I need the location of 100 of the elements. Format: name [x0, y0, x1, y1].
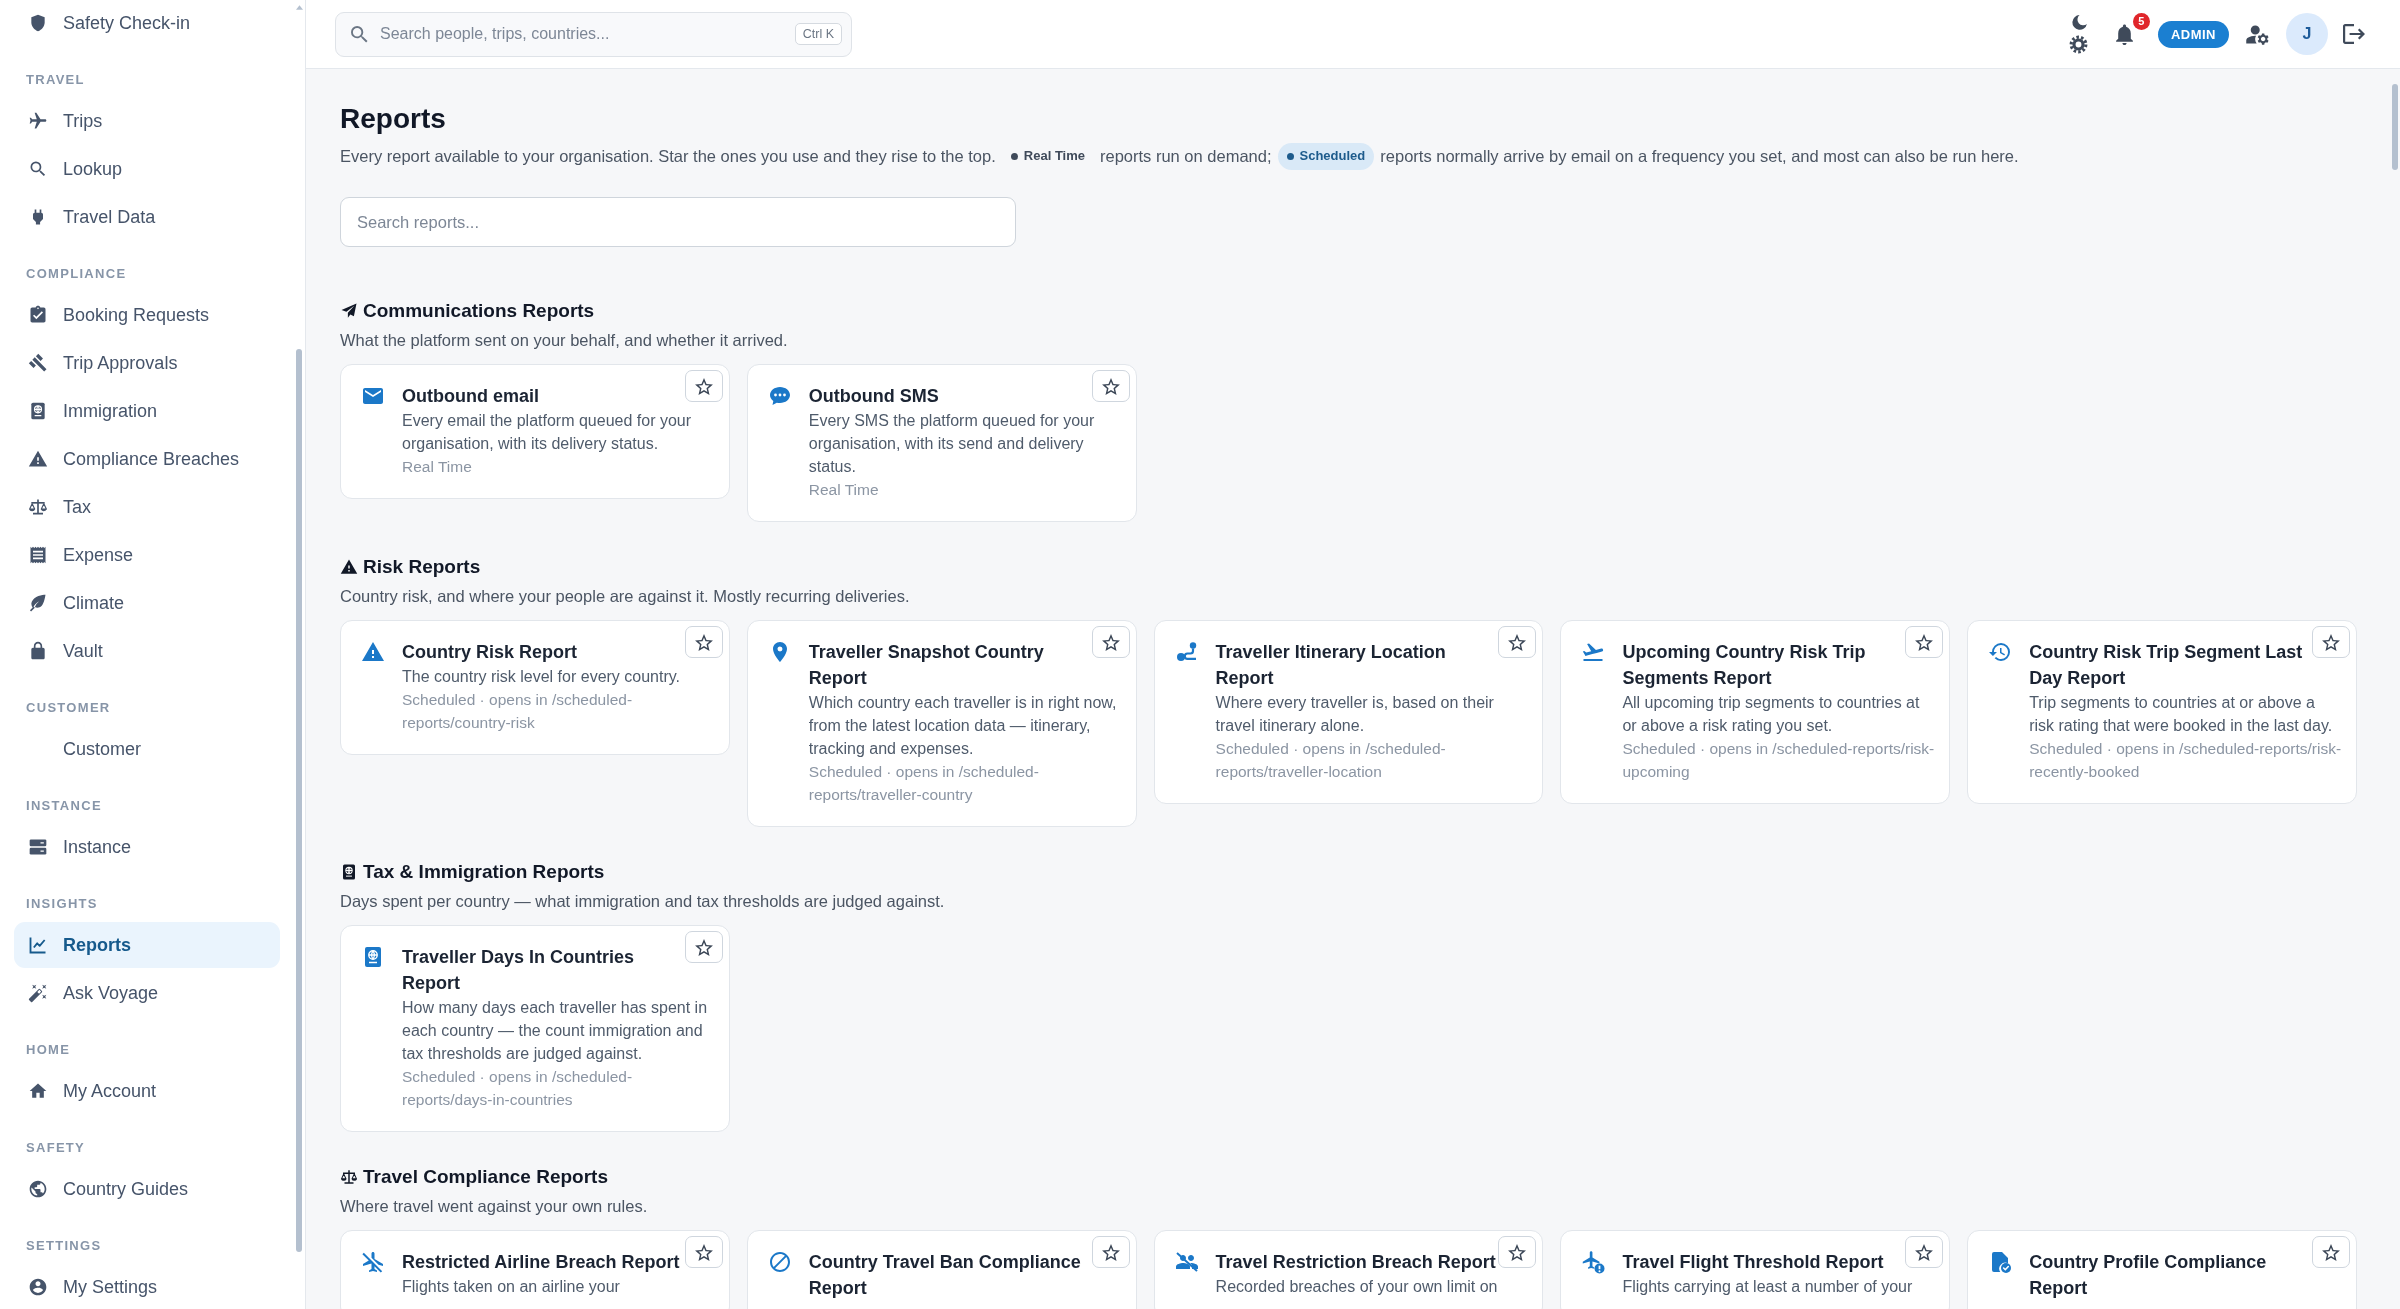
report-card[interactable]: Country Risk Trip Segment Last Day Report Trip segments to countries at or above a risk rating that were booked in the last day. Scheduled · opens in /scheduled-reports/risk-recently-booked — [1967, 620, 2357, 804]
star-button[interactable] — [1091, 370, 1130, 402]
bell-icon[interactable] — [2115, 23, 2133, 45]
sidebar-item[interactable]: Reports — [14, 922, 280, 968]
report-description: Flights taken on an airline your — [402, 1277, 621, 1297]
moon-and-gear-icon[interactable] — [2067, 13, 2089, 55]
star-button[interactable] — [684, 1236, 723, 1268]
role-badge: ADMIN — [2157, 20, 2229, 48]
report-card[interactable]: Country Risk Report The country risk level for every country. Scheduled · opens in /scheduled-reports/country-risk — [340, 620, 730, 755]
sidebar-item[interactable]: Ask Voyage — [14, 970, 280, 1016]
gavel-icon — [28, 353, 48, 373]
star-button[interactable] — [1091, 1236, 1130, 1268]
report-delivery-info: Scheduled · opens in /scheduled-reports/risk-upcoming — [1622, 739, 1936, 782]
star-icon — [1915, 1243, 1934, 1261]
sidebar-section-heading: SETTINGS — [25, 1237, 103, 1255]
star-button[interactable] — [1905, 626, 1944, 658]
sidebar-item[interactable]: My Account — [14, 1068, 280, 1114]
report-description: The country risk level for every country. — [402, 667, 682, 687]
line-chart-icon — [28, 935, 48, 955]
star-icon — [1508, 633, 1527, 651]
report-delivery-info: Scheduled · opens in /scheduled-reports/traveller-location — [1215, 739, 1447, 782]
sidebar-item[interactable]: Booking Requests — [14, 292, 280, 338]
sidebar-section-heading: TRAVEL — [25, 71, 86, 89]
star-icon — [2322, 633, 2340, 651]
report-delivery-info: Scheduled · opens in /scheduled-reports/days-in-countries — [402, 1067, 634, 1110]
sidebar-item[interactable]: Safety Check-in — [14, 0, 280, 46]
star-icon — [2322, 1243, 2340, 1261]
sidebar-section-heading: INSTANCE — [25, 797, 103, 815]
report-card[interactable]: Upcoming Country Risk Trip Segments Report All upcoming trip segments to countries at or above a risk rating you set. Scheduled · opens in /scheduled-reports/risk-upcoming — [1560, 620, 1951, 804]
report-delivery-info: Scheduled · opens in /scheduled-reports/traveller-country — [808, 762, 1040, 805]
sidebar-item[interactable]: Climate — [14, 580, 280, 626]
report-card[interactable]: Outbound email Every email the platform queued for your organisation, with its delivery status. Real Time — [340, 364, 730, 499]
page-title: Reports — [340, 102, 447, 136]
report-title: Restricted Airline Breach Report — [402, 1251, 681, 1274]
sidebar-item[interactable]: Compliance Breaches — [14, 436, 280, 482]
sidebar-section-heading: CUSTOMER — [25, 699, 112, 717]
report-card[interactable]: Country Profile Compliance Report — [1967, 1230, 2357, 1309]
star-button[interactable] — [1498, 1236, 1537, 1268]
sidebar-item[interactable]: My Settings — [14, 1264, 280, 1309]
report-card[interactable]: Travel Flight Threshold Report Flights carrying at least a number of your — [1560, 1230, 1951, 1309]
report-card[interactable] — [746, 620, 1137, 827]
avatar[interactable]: J — [2286, 13, 2328, 55]
scrollbar-thumb[interactable] — [296, 349, 302, 1252]
sidebar-item[interactable]: Country Guides — [14, 1166, 280, 1212]
sidebar-item[interactable]: Trip Approvals — [14, 340, 280, 386]
star-button[interactable] — [684, 370, 723, 402]
intro-text: reports run on demand; — [1100, 146, 1272, 167]
sidebar-item[interactable]: Immigration — [14, 388, 280, 434]
star-button[interactable] — [2312, 1236, 2350, 1268]
sidebar-section-heading: INSIGHTS — [25, 895, 99, 913]
sidebar-item[interactable]: Lookup — [14, 146, 280, 192]
report-description: Recorded breaches of your own limit on — [1215, 1277, 1499, 1297]
report-title: Traveller Snapshot Country Report — [808, 641, 1045, 690]
sidebar-item[interactable]: Tax — [14, 484, 280, 530]
report-card[interactable]: Travel Restriction Breach Report Recorded breaches of your own limit on — [1153, 1230, 1544, 1309]
logout-icon[interactable] — [2343, 24, 2365, 44]
report-card[interactable]: Outbound SMS Every SMS the platform queued for your organisation, with its send and delivery status. Real Time — [746, 364, 1137, 522]
sidebar-item[interactable]: Travel Data — [14, 194, 280, 240]
report-card[interactable] — [340, 925, 730, 1132]
star-button[interactable] — [684, 931, 723, 963]
scrollbar-thumb[interactable] — [2392, 84, 2398, 170]
report-card[interactable]: Country Travel Ban Compliance Report — [746, 1230, 1137, 1309]
star-button[interactable] — [1905, 1236, 1944, 1268]
section-description: Days spent per country — what immigration and tax thresholds are judged against. — [340, 891, 946, 912]
report-title: Country Travel Ban Compliance Report — [808, 1251, 1082, 1300]
star-icon — [1101, 377, 1120, 395]
report-description: How many days each traveller has spent in each country — the count immigration and tax thresholds are judged against. — [402, 998, 709, 1064]
badge-label: Real Time — [1023, 148, 1085, 164]
ban-icon — [767, 1250, 792, 1274]
section-description: Country risk, and where your people are against it. Mostly recurring deliveries. — [340, 586, 911, 607]
report-delivery-info: Real Time — [402, 457, 473, 477]
star-icon — [694, 633, 713, 651]
server-icon — [28, 837, 48, 857]
report-delivery-info: Scheduled · opens in /scheduled-reports/country-risk — [402, 690, 634, 733]
passport-icon — [340, 863, 358, 881]
sidebar-item[interactable]: Expense — [14, 532, 280, 578]
star-icon — [1915, 633, 1934, 651]
report-card[interactable]: Traveller Itinerary Location Report Where every traveller is, based on their travel itinerary alone. Scheduled · opens in /scheduled-reports/traveller-location — [1153, 620, 1544, 804]
search-field[interactable]: Search reports... — [340, 197, 1016, 247]
sidebar-item[interactable]: Customer — [14, 726, 280, 772]
people-slash-icon — [1174, 1250, 1199, 1274]
report-title: Upcoming Country Risk Trip Segments Report — [1622, 641, 1867, 690]
section-title: Travel Compliance Reports — [363, 1165, 608, 1189]
report-description: Every email the platform queued for your organisation, with its delivery status. — [402, 411, 693, 454]
report-description: Flights carrying at least a number of your — [1622, 1277, 1914, 1297]
sidebar-item[interactable]: Vault — [14, 628, 280, 674]
star-button[interactable] — [1091, 626, 1130, 658]
star-button[interactable] — [1498, 626, 1537, 658]
clipboard-check-icon — [28, 305, 48, 325]
star-icon — [1101, 1243, 1120, 1261]
sidebar-item[interactable]: Trips — [14, 98, 280, 144]
star-button[interactable] — [684, 626, 723, 658]
history-clock-icon — [1988, 640, 2013, 664]
section-title: Risk Reports — [363, 555, 481, 579]
leaf-icon — [28, 593, 48, 613]
section-description: Where travel went against your own rules. — [340, 1196, 649, 1217]
star-icon — [1508, 1243, 1527, 1261]
report-card[interactable]: Restricted Airline Breach Report Flights taken on an airline your — [340, 1230, 730, 1309]
star-button[interactable] — [2312, 626, 2350, 658]
sidebar-item[interactable]: Instance — [14, 824, 280, 870]
